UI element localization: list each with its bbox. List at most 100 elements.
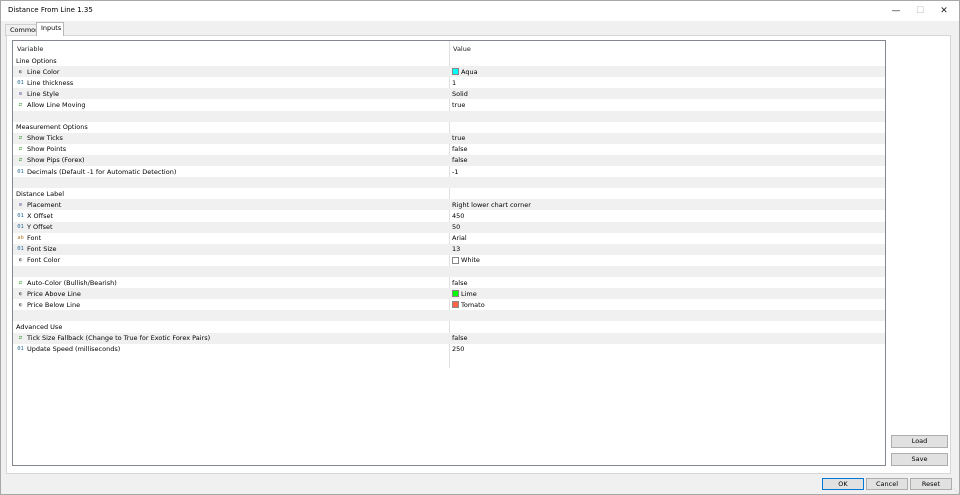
parameter-name: 01 Line thickness (16, 79, 73, 87)
parameter-label: Price Below Line (27, 300, 81, 309)
parameter-value[interactable]: false (452, 334, 467, 342)
color-type-icon: ◐ (18, 301, 23, 308)
color-swatch (452, 68, 459, 76)
parameter-name: ◐ Font Color (16, 256, 60, 264)
maximize-icon[interactable]: ☐ (908, 1, 932, 20)
cancel-button[interactable]: Cancel (866, 478, 908, 490)
parameter-value[interactable]: Arial (452, 234, 467, 242)
section-header: Advanced Use (13, 321, 885, 332)
parameter-row[interactable]: ◐ Font Color White (13, 255, 885, 266)
int-type-icon: 01 (17, 346, 24, 353)
parameter-value-text: Arial (452, 234, 467, 243)
parameter-value[interactable]: Aqua (452, 68, 478, 76)
parameter-row[interactable]: 01 Line thickness 1 (13, 77, 885, 88)
parameter-value[interactable]: true (452, 134, 465, 142)
section-label: Distance Label (16, 189, 65, 198)
parameter-row[interactable]: ⇄ Tick Size Fallback (Change to True for … (13, 332, 885, 344)
int-type-icon: 01 (17, 246, 24, 253)
parameter-name: ≡ Line Style (16, 90, 59, 98)
parameter-row[interactable]: ◐ Price Below Line Tomato (13, 299, 885, 310)
parameter-label: Font Color (27, 256, 61, 265)
parameter-label: Font (27, 234, 42, 243)
parameter-row[interactable]: 01 X Offset 450 (13, 210, 885, 221)
parameter-name: 01 Decimals (Default -1 for Automatic Det… (16, 168, 176, 176)
color-type-icon: ◐ (18, 290, 23, 297)
parameter-row[interactable]: ≡ Placement Right lower chart corner (13, 199, 885, 211)
close-icon[interactable]: ✕ (932, 1, 956, 20)
section-header: Line Options (13, 55, 885, 66)
parameter-label: Placement (27, 200, 62, 209)
parameter-value-text: true (452, 100, 466, 109)
parameter-row[interactable]: 01 Font Size 13 (13, 243, 885, 255)
parameter-value-text: false (452, 334, 468, 342)
parameter-value-text: Right lower chart corner (452, 200, 531, 209)
minimize-icon[interactable]: — (884, 1, 908, 20)
section-header: Distance Label (13, 188, 885, 199)
parameter-value-text: 450 (452, 211, 465, 220)
parameter-value-text: 50 (452, 223, 461, 231)
parameter-value[interactable]: -1 (452, 168, 458, 176)
ok-button[interactable]: OK (822, 478, 864, 490)
color-swatch (452, 256, 459, 264)
parameter-row[interactable]: ≡ Line Style Solid (13, 88, 885, 100)
parameter-value[interactable]: White (452, 256, 480, 264)
color-swatch (452, 290, 459, 298)
parameter-row[interactable]: ⇄ Allow Line Moving true (13, 99, 885, 110)
parameter-label: Y Offset (27, 223, 53, 231)
parameter-row[interactable]: ◐ Price Above Line Lime (13, 288, 885, 300)
parameter-row[interactable]: ⇄ Show Pips (Forex) false (13, 154, 885, 166)
section-label: Measurement Options (16, 123, 88, 132)
parameter-value[interactable]: 250 (452, 345, 464, 353)
int-type-icon: 01 (17, 224, 24, 230)
parameter-label: Font Size (27, 245, 57, 254)
parameter-label: Auto-Color (Bullish/Bearish) (27, 278, 117, 287)
parameter-row[interactable]: 01 Decimals (Default -1 for Automatic Det… (13, 166, 885, 177)
column-header-value[interactable]: Value (453, 45, 471, 53)
blank-row (13, 265, 885, 277)
load-button[interactable]: Load (891, 435, 948, 448)
parameter-name: ◐ Line Color (16, 68, 60, 76)
parameter-label: Decimals (Default -1 for Automatic Detec… (27, 167, 177, 176)
parameter-value[interactable]: false (452, 156, 467, 164)
parameter-row[interactable]: ◐ Line Color Aqua (13, 66, 885, 78)
parameter-value[interactable]: Right lower chart corner (452, 201, 531, 209)
parameter-name: 01 Font Size (16, 245, 57, 254)
parameter-value[interactable]: true (452, 101, 465, 109)
title-bar: Distance From Line 1.35 — ☐ ✕ (1, 1, 959, 21)
reset-button[interactable]: Reset (910, 478, 952, 490)
parameter-name: ≡ Placement (16, 201, 61, 209)
parameter-row[interactable]: ⇄ Show Ticks true (13, 132, 885, 144)
parameter-row[interactable]: ⇄ Auto-Color (Bullish/Bearish) false (13, 277, 885, 288)
section-header: Measurement Options (13, 122, 885, 133)
parameter-value[interactable]: Lime (452, 290, 477, 298)
parameter-value-text: White (461, 256, 480, 265)
parameter-value[interactable]: 50 (452, 223, 460, 231)
parameter-value-text: Aqua (461, 67, 478, 76)
color-type-icon: ◐ (18, 257, 23, 264)
parameter-value[interactable]: 13 (452, 245, 460, 253)
resize-grip-icon[interactable]: ⋱ (953, 488, 959, 495)
parameter-value[interactable]: false (452, 279, 467, 287)
parameter-name: ⇄ Allow Line Moving (16, 101, 86, 109)
tab-inputs[interactable]: Inputs (36, 22, 64, 36)
bool-type-icon: ⇄ (18, 335, 23, 341)
save-button[interactable]: Save (891, 453, 948, 466)
parameter-value[interactable]: 450 (452, 212, 464, 220)
parameter-row[interactable]: ⇄ Show Points false (13, 144, 885, 155)
blank-row (13, 310, 885, 322)
parameter-name: ⇄ Tick Size Fallback (Change to True for … (16, 334, 210, 342)
parameter-value[interactable]: false (452, 145, 467, 153)
parameter-row[interactable]: ab Font Arial (13, 233, 885, 244)
parameter-value[interactable]: Tomato (452, 301, 485, 309)
section-label: Advanced Use (16, 322, 63, 331)
inputs-grid: Variable Value Line Options ◐ Line Color Aq… (12, 40, 886, 466)
parameter-value-text: false (452, 145, 468, 154)
parameter-row[interactable]: 01 Y Offset 50 (13, 221, 885, 233)
color-type-icon: ◐ (18, 68, 23, 75)
parameter-row[interactable]: 01 Update Speed (milliseconds) 250 (13, 344, 885, 355)
column-header-variable[interactable]: Variable (17, 45, 43, 53)
parameter-label: Allow Line Moving (27, 100, 86, 109)
parameter-value-text: false (452, 156, 468, 165)
parameter-value[interactable]: Solid (452, 90, 468, 98)
parameter-value[interactable]: 1 (452, 79, 456, 87)
